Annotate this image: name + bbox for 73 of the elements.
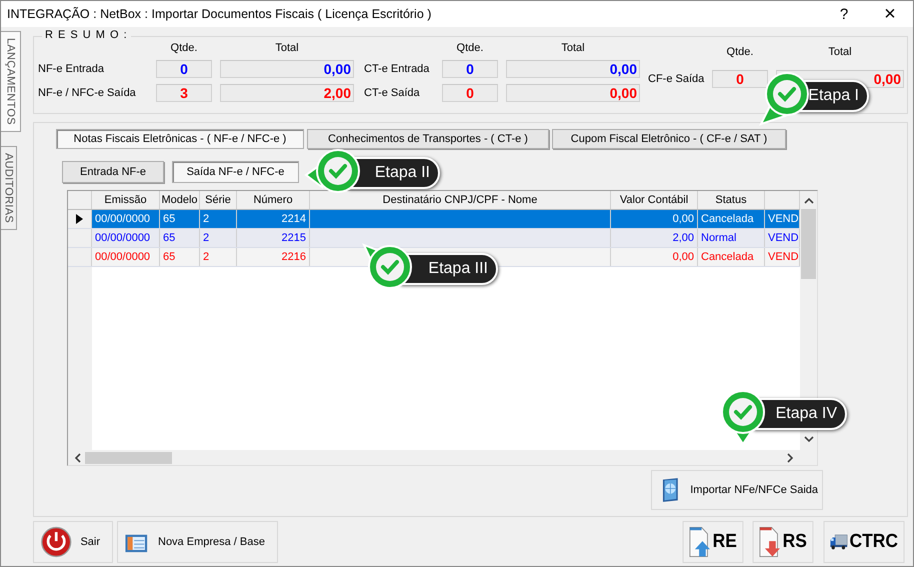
table-cell: 2,00 xyxy=(611,229,698,247)
sub-tab[interactable]: Entrada NF-e xyxy=(62,161,164,183)
qty-field: 0 xyxy=(156,60,212,78)
side-tab[interactable]: AUDITORIAS xyxy=(1,146,17,230)
qty-header: Qtde. xyxy=(456,42,484,54)
help-button[interactable]: ? xyxy=(821,6,867,22)
table-cell: 2216 xyxy=(237,248,310,266)
import-button[interactable]: Importar NFe/NFCe Saida xyxy=(651,470,823,510)
total-field: 0,00 xyxy=(506,84,640,102)
total-header: Total xyxy=(560,42,586,54)
column-header[interactable]: Série xyxy=(200,191,237,209)
scroll-down-icon[interactable] xyxy=(804,435,814,443)
scroll-up-icon[interactable] xyxy=(804,197,814,205)
qty-field: 3 xyxy=(156,84,212,102)
qty-field: 0 xyxy=(442,60,498,78)
scrollbar-thumb[interactable] xyxy=(801,209,816,279)
window-title: INTEGRAÇÃO : NetBox : Importar Documentos Fiscais ( Licença Escritório ) xyxy=(6,7,432,21)
column-header[interactable]: Modelo xyxy=(160,191,200,209)
tab[interactable]: Conhecimentos de Transportes - ( CT-e ) xyxy=(307,129,549,149)
table-cell: 2215 xyxy=(237,229,310,247)
qty-field: 0 xyxy=(712,70,768,88)
scroll-right-icon[interactable] xyxy=(786,452,794,462)
qty-header: Qtde. xyxy=(170,42,198,54)
qty-header: Qtde. xyxy=(726,46,754,58)
table-cell: 00/00/0000 xyxy=(92,210,160,228)
table-cell: 0,00 xyxy=(611,248,698,266)
table-cell: Normal xyxy=(698,229,765,247)
table-cell: 0,00 xyxy=(611,210,698,228)
side-tab[interactable]: LANÇAMENTOS xyxy=(1,31,21,132)
table-cell: 2 xyxy=(200,229,237,247)
power-icon xyxy=(40,524,72,560)
qty-field: 0 xyxy=(442,84,498,102)
document-up-arrow-icon xyxy=(689,525,711,559)
total-header: Total xyxy=(274,42,300,54)
sub-tab[interactable]: Saída NF-e / NFC-e xyxy=(172,161,299,183)
table-cell: 00/00/0000 xyxy=(92,229,160,247)
table-cell: 2 xyxy=(200,210,237,228)
scrollbar-thumb[interactable] xyxy=(85,452,172,464)
tab[interactable]: Notas Fiscais Eletrônicas - ( NF-e / NFC-e ) xyxy=(56,129,304,149)
summary-title: R E S U M O : xyxy=(42,29,131,41)
column-header[interactable]: Status xyxy=(698,191,765,209)
summary-label: CT-e Entrada xyxy=(364,63,430,75)
table-row[interactable]: 00/00/0000 65 2 2215 2,00 Normal VEND xyxy=(68,229,800,248)
table-cell: Cancelada xyxy=(698,210,765,228)
total-field: 0,00 xyxy=(506,60,640,78)
toolbar-button[interactable]: Nova Empresa / Base xyxy=(117,521,278,563)
table-cell: 2214 xyxy=(237,210,310,228)
table-cell: 2 xyxy=(200,248,237,266)
total-field: 0,00 xyxy=(220,60,354,78)
table-cell: 65 xyxy=(160,248,200,266)
toolbar-button[interactable]: RE xyxy=(682,521,744,563)
column-header[interactable]: Emissão xyxy=(92,191,160,209)
toolbar-button[interactable]: CTRC xyxy=(824,521,904,563)
total-header: Total xyxy=(827,46,853,58)
close-button[interactable]: × xyxy=(867,2,913,26)
toolbar-button[interactable]: Sair xyxy=(33,521,113,563)
row-pointer-icon xyxy=(76,214,83,224)
toolbar-button[interactable]: RS xyxy=(752,521,814,563)
summary-label: NF-e Entrada xyxy=(38,63,106,75)
scroll-left-icon[interactable] xyxy=(74,452,82,462)
table-cell: Cancelada xyxy=(698,248,765,266)
summary-label: NF-e / NFC-e Saída xyxy=(38,87,137,99)
total-field: 2,00 xyxy=(220,84,354,102)
tab[interactable]: Cupom Fiscal Eletrônico - ( CF-e / SAT ) xyxy=(552,129,786,149)
table-row[interactable]: 00/00/0000 65 2 2214 0,00 Cancelada VEND xyxy=(68,210,800,229)
summary-label: CF-e Saída xyxy=(648,73,704,85)
table-cell: 00/00/0000 xyxy=(92,248,160,266)
column-header[interactable]: Número xyxy=(237,191,310,209)
summary-label: CT-e Saída xyxy=(364,87,421,99)
document-down-arrow-icon xyxy=(759,525,781,559)
table-cell: 65 xyxy=(160,229,200,247)
column-header[interactable]: Valor Contábil xyxy=(611,191,698,209)
table-cell: 65 xyxy=(160,210,200,228)
